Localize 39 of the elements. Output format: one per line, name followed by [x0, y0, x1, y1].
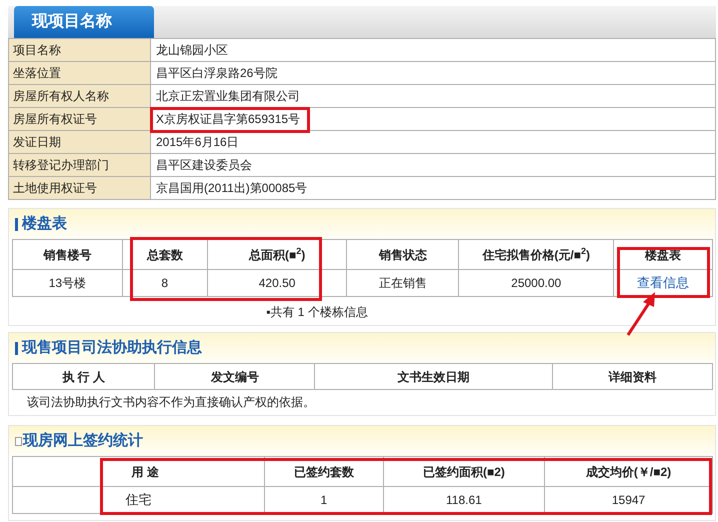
- section-title: 楼盘表: [22, 214, 67, 234]
- column-header: 已签约套数: [264, 456, 384, 486]
- building-count-note: ▪共有 1 个楼栋信息: [266, 304, 368, 321]
- table-cell: 8: [122, 270, 208, 296]
- column-header: 住宅拟售价格(元/■$^{2}$): [458, 240, 614, 270]
- column-header: 用 途: [102, 456, 264, 486]
- section-title: 现售项目司法协助执行信息: [22, 338, 202, 358]
- column-header: 已签约面积(■2): [383, 456, 545, 486]
- disclaimer-text: 该司法协助执行文书内容不作为直接确认产权的依据。: [27, 395, 315, 409]
- column-header: 销售状态: [346, 240, 459, 270]
- field-value: 龙山锦园小区: [150, 38, 716, 62]
- section-title: 现房网上签约统计: [23, 430, 143, 451]
- table-cell: 25000.00: [458, 270, 614, 296]
- field-label: 坐落位置: [8, 62, 150, 84]
- section-bar-icon: [15, 342, 18, 354]
- field-value: 2015年6月16日: [150, 130, 716, 154]
- field-label: 土地使用权证号: [8, 176, 150, 200]
- column-header: 总面积(■$^{2}$): [207, 240, 347, 270]
- field-value: 京昌国用(2011出)第00085号: [150, 176, 716, 200]
- column-header: 总套数: [122, 240, 208, 270]
- field-label: 房屋所有权人名称: [8, 84, 150, 108]
- field-value: 昌平区白浮泉路26号院: [150, 62, 716, 84]
- section-bar-icon: [15, 218, 18, 230]
- column-header: 发文编号: [154, 364, 315, 390]
- column-header: 详细资料: [552, 364, 712, 390]
- field-label: 房屋所有权证号: [8, 108, 150, 130]
- column-header: 销售楼号: [12, 240, 122, 270]
- column-header: 执 行 人: [12, 364, 155, 390]
- section-tab[interactable]: 现项目名称: [14, 6, 154, 38]
- field-value: 昌平区建设委员会: [150, 154, 716, 176]
- square-icon: [15, 436, 22, 446]
- field-label: 项目名称: [8, 38, 150, 62]
- field-label: 发证日期: [8, 130, 150, 154]
- field-label: 转移登记办理部门: [8, 154, 150, 176]
- column-header: 成交均价(￥/■2): [544, 456, 712, 486]
- column-header: 文书生效日期: [314, 364, 553, 390]
- table-cell: 420.50: [207, 270, 347, 296]
- table-cell: 13号楼: [12, 270, 122, 296]
- table-cell: 正在销售: [346, 270, 459, 296]
